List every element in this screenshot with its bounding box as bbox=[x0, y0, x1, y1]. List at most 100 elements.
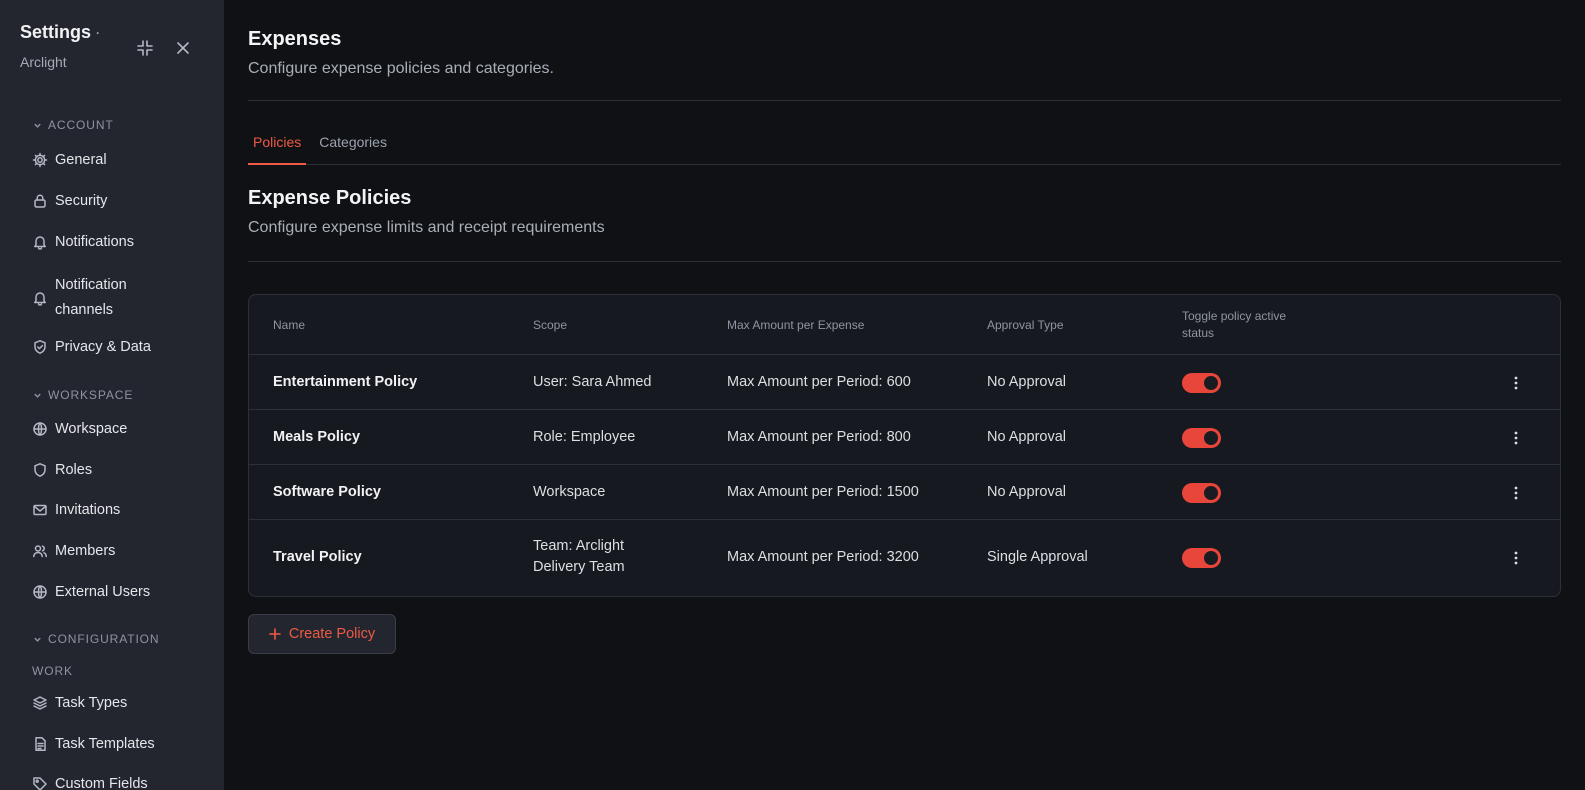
settings-sidebar: Settings · Arclight ACCOUNT General Secu… bbox=[0, 0, 224, 790]
chevron-down-icon bbox=[34, 123, 41, 128]
policy-approval: No Approval bbox=[987, 374, 1066, 390]
file-text-icon bbox=[35, 737, 46, 751]
section-account[interactable]: ACCOUNT bbox=[33, 118, 114, 132]
sidebar-title-row: Settings · bbox=[20, 22, 100, 43]
row-menu-button[interactable] bbox=[1508, 428, 1524, 448]
table-row: Entertainment Policy User: Sara Ahmed Ma… bbox=[249, 355, 1560, 410]
sidebar-item-roles[interactable]: Roles bbox=[32, 462, 212, 478]
close-icon bbox=[177, 42, 189, 54]
sidebar-item-general[interactable]: General bbox=[32, 152, 212, 168]
section-title: Expense Policies bbox=[248, 187, 412, 209]
sidebar-item-label: Invitations bbox=[55, 502, 121, 518]
policy-max-amount: Max Amount per Period: 3200 bbox=[727, 549, 919, 565]
main-content: Expenses Configure expense policies and … bbox=[224, 0, 1585, 790]
toggle-knob bbox=[1204, 551, 1218, 565]
sidebar-item-workspace[interactable]: Workspace bbox=[32, 421, 212, 437]
table-row: Travel Policy Team: Arclight Delivery Te… bbox=[249, 520, 1560, 596]
active-toggle[interactable] bbox=[1182, 548, 1221, 568]
globe-icon bbox=[33, 422, 47, 436]
sidebar-item-label: Security bbox=[55, 193, 108, 209]
sidebar-item-task-templates[interactable]: Task Templates bbox=[32, 736, 212, 752]
more-vertical-icon bbox=[1514, 486, 1518, 500]
divider bbox=[248, 261, 1561, 262]
policy-max-amount: Max Amount per Period: 600 bbox=[727, 374, 911, 390]
section-account-label: ACCOUNT bbox=[48, 118, 114, 132]
more-vertical-icon bbox=[1514, 551, 1518, 565]
sidebar-item-label: Roles bbox=[55, 462, 93, 478]
shield-check-icon bbox=[34, 340, 46, 354]
page-title: Expenses bbox=[248, 28, 342, 50]
active-toggle[interactable] bbox=[1182, 483, 1221, 503]
sidebar-item-notification-channels[interactable]: Notification channels bbox=[32, 273, 212, 323]
tab-bar: Policies Categories bbox=[248, 124, 1561, 165]
header-name: Name bbox=[273, 318, 306, 332]
policy-name: Entertainment Policy bbox=[273, 374, 418, 390]
bell-icon bbox=[34, 292, 46, 306]
active-toggle[interactable] bbox=[1182, 373, 1221, 393]
sidebar-item-label: Task Types bbox=[55, 695, 128, 711]
tab-categories[interactable]: Categories bbox=[314, 124, 392, 165]
table-row: Software Policy Workspace Max Amount per… bbox=[249, 465, 1560, 520]
tab-policies[interactable]: Policies bbox=[248, 124, 307, 165]
header-max-amount: Max Amount per Expense bbox=[727, 318, 865, 332]
row-menu-button[interactable] bbox=[1508, 483, 1524, 503]
sidebar-item-custom-fields[interactable]: Custom Fields bbox=[32, 776, 212, 790]
page-description: Configure expense policies and categorie… bbox=[248, 60, 554, 77]
close-button[interactable] bbox=[173, 38, 193, 58]
plus-icon bbox=[269, 628, 281, 640]
create-policy-label: Create Policy bbox=[288, 626, 376, 642]
subsection-work: WORK bbox=[32, 664, 73, 678]
globe-icon bbox=[33, 585, 47, 599]
policy-approval: Single Approval bbox=[987, 549, 1088, 565]
sidebar-item-task-types[interactable]: Task Types bbox=[32, 695, 212, 711]
policy-max-amount: Max Amount per Period: 800 bbox=[727, 429, 911, 445]
policy-name: Travel Policy bbox=[273, 549, 362, 565]
row-menu-button[interactable] bbox=[1508, 373, 1524, 393]
mail-icon bbox=[33, 504, 47, 516]
gear-icon bbox=[32, 152, 48, 168]
sidebar-item-label: Task Templates bbox=[55, 736, 155, 752]
sidebar-item-external-users[interactable]: External Users bbox=[32, 584, 212, 600]
policy-approval: No Approval bbox=[987, 484, 1066, 500]
shield-icon bbox=[34, 463, 46, 477]
minimize-icon bbox=[137, 40, 153, 56]
sidebar-item-notifications[interactable]: Notifications bbox=[32, 234, 212, 250]
create-policy-button[interactable]: Create Policy bbox=[248, 614, 396, 654]
toggle-knob bbox=[1204, 486, 1218, 500]
policy-max-amount: Max Amount per Period: 1500 bbox=[727, 484, 919, 500]
sidebar-item-privacy[interactable]: Privacy & Data bbox=[32, 339, 212, 355]
sidebar-item-invitations[interactable]: Invitations bbox=[32, 502, 212, 518]
sidebar-item-label: Notification channels bbox=[55, 277, 127, 318]
users-icon bbox=[33, 545, 47, 558]
section-configuration[interactable]: CONFIGURATION bbox=[33, 632, 159, 646]
policy-scope: Workspace bbox=[533, 484, 606, 500]
sidebar-item-members[interactable]: Members bbox=[32, 543, 212, 559]
more-vertical-icon bbox=[1514, 376, 1518, 390]
policy-name: Meals Policy bbox=[273, 429, 361, 445]
sidebar-item-label: External Users bbox=[55, 584, 151, 600]
policy-name: Software Policy bbox=[273, 484, 381, 500]
layers-icon bbox=[33, 696, 47, 710]
sidebar-item-label: Notifications bbox=[55, 234, 134, 250]
section-description: Configure expense limits and receipt req… bbox=[248, 219, 605, 236]
active-toggle[interactable] bbox=[1182, 428, 1221, 448]
collapse-button[interactable] bbox=[135, 38, 155, 58]
sidebar-item-security[interactable]: Security bbox=[32, 193, 212, 209]
row-menu-button[interactable] bbox=[1508, 548, 1524, 568]
lock-icon bbox=[34, 194, 46, 208]
sidebar-item-label: General bbox=[55, 152, 107, 168]
sidebar-title: Settings bbox=[20, 22, 92, 42]
title-dot: · bbox=[96, 25, 101, 40]
header-scope: Scope bbox=[533, 318, 568, 332]
header-approval-type: Approval Type bbox=[987, 318, 1064, 332]
section-configuration-label: CONFIGURATION bbox=[48, 632, 160, 646]
policy-approval: No Approval bbox=[987, 429, 1066, 445]
sidebar-item-label: Privacy & Data bbox=[55, 339, 151, 355]
sidebar-header: Settings · Arclight bbox=[20, 22, 100, 70]
sidebar-item-label: Custom Fields bbox=[55, 776, 148, 790]
section-workspace-label: WORKSPACE bbox=[48, 388, 134, 402]
section-workspace[interactable]: WORKSPACE bbox=[33, 388, 133, 402]
policy-scope: Role: Employee bbox=[533, 429, 636, 445]
table-row: Meals Policy Role: Employee Max Amount p… bbox=[249, 410, 1560, 465]
workspace-name: Arclight bbox=[20, 54, 67, 70]
